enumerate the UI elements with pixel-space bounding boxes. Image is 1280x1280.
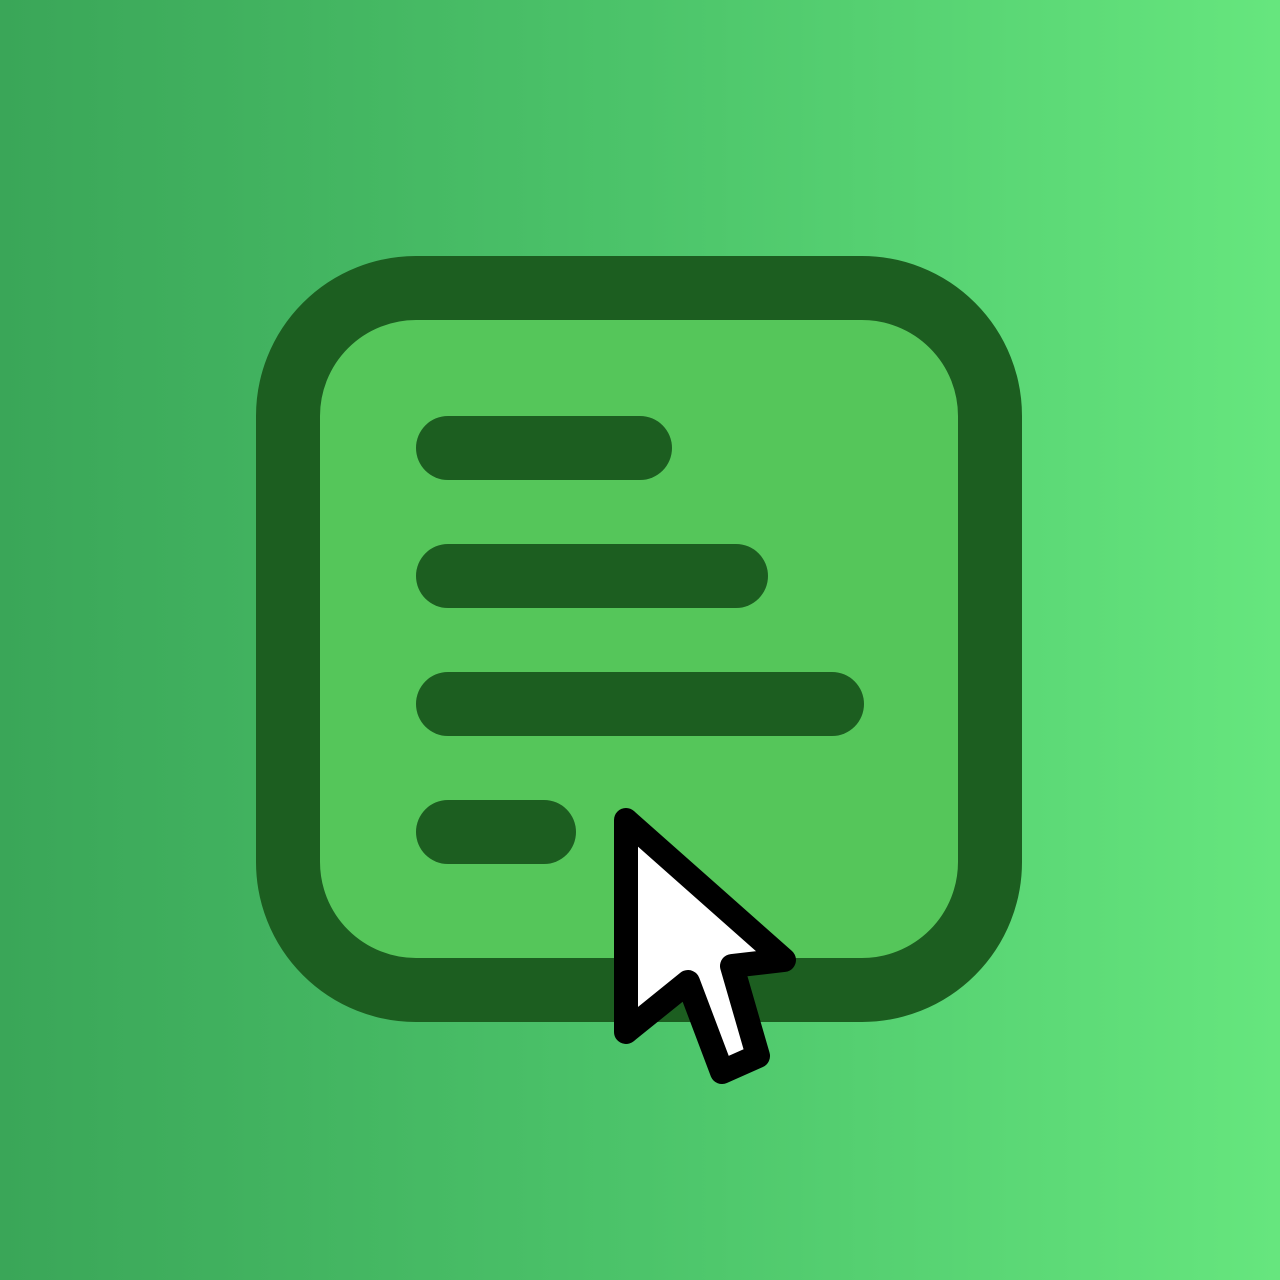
icon-canvas (0, 0, 1280, 1280)
text-line-3 (416, 672, 864, 736)
text-line-1 (416, 416, 672, 480)
text-line-4 (416, 800, 576, 864)
text-line-2 (416, 544, 768, 608)
mouse-pointer-icon (614, 808, 796, 1084)
